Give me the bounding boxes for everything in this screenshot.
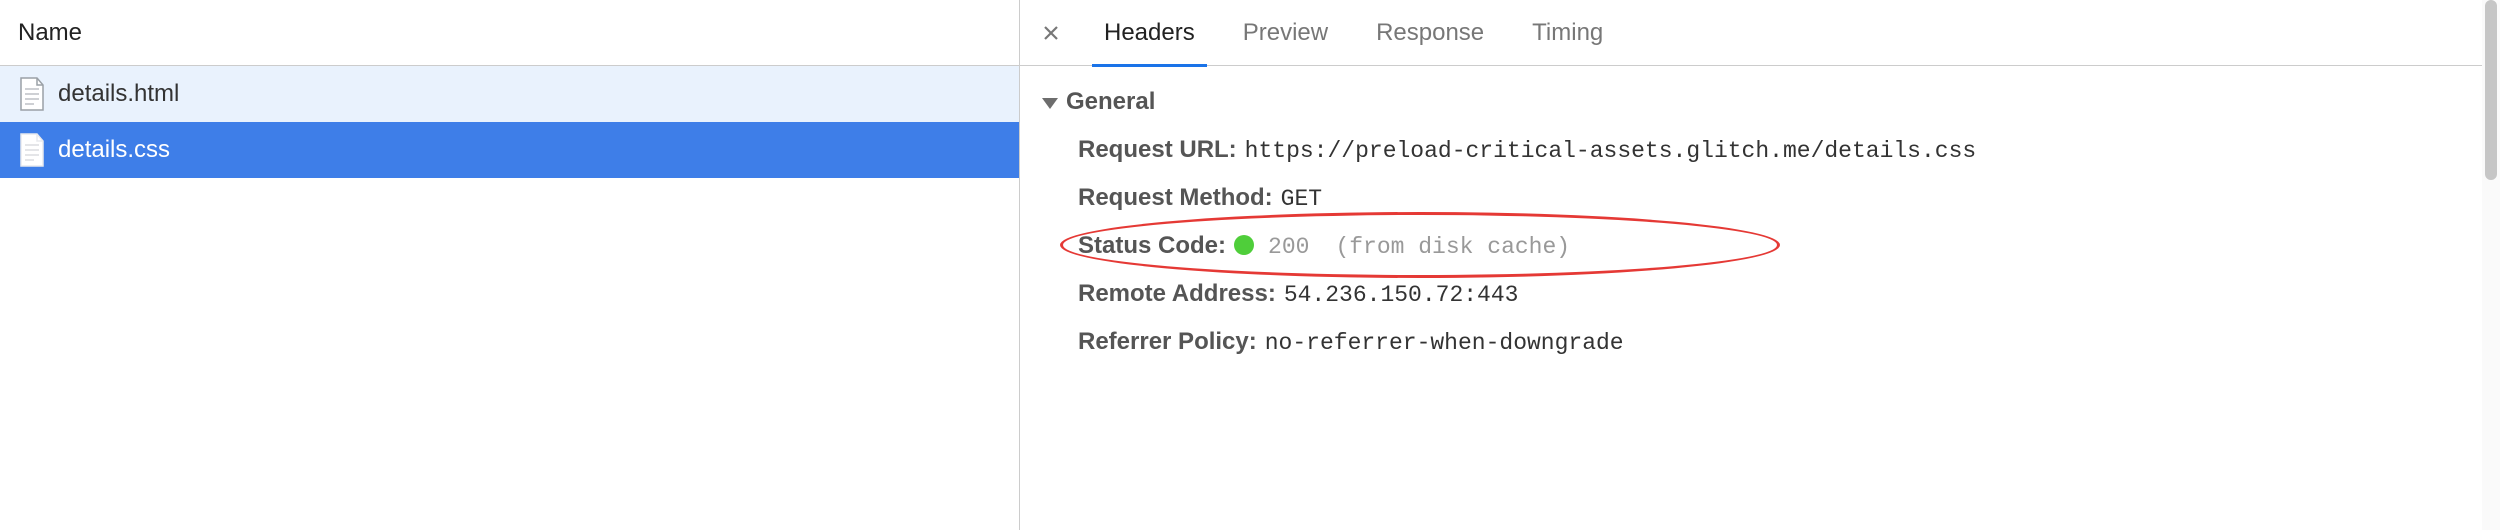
request-url-label: Request URL: (1078, 136, 1237, 164)
file-list: details.html details.css (0, 66, 1019, 530)
status-dot-icon (1234, 235, 1254, 255)
request-method-value[interactable]: GET (1281, 186, 1322, 212)
request-method-label: Request Method: (1078, 184, 1273, 212)
tab-label: Timing (1532, 19, 1603, 47)
tab-timing[interactable]: Timing (1510, 0, 1625, 66)
disclosure-triangle-icon (1042, 98, 1058, 109)
right-panel: Headers Preview Response Timing General … (1020, 0, 2500, 530)
headers-body: General Request URL: https://preload-cri… (1020, 66, 2500, 530)
name-column-header[interactable]: Name (0, 0, 1019, 66)
referrer-policy-value[interactable]: no-referrer-when-downgrade (1265, 330, 1624, 356)
tab-label: Response (1376, 19, 1484, 47)
remote-address-label: Remote Address: (1078, 280, 1276, 308)
remote-address-row: Remote Address: 54.236.150.72:443 (1078, 270, 2490, 318)
devtools-network-panel: Name details.html (0, 0, 2500, 530)
file-icon (18, 77, 46, 111)
referrer-policy-label: Referrer Policy: (1078, 328, 1257, 356)
vertical-scrollbar[interactable] (2482, 0, 2500, 530)
file-icon (18, 133, 46, 167)
referrer-policy-row: Referrer Policy: no-referrer-when-downgr… (1078, 318, 2490, 366)
request-method-row: Request Method: GET (1078, 174, 2490, 222)
request-url-value[interactable]: https://preload-critical-assets.glitch.m… (1245, 138, 1977, 164)
tab-label: Preview (1243, 19, 1328, 47)
left-panel: Name details.html (0, 0, 1020, 530)
remote-address-value[interactable]: 54.236.150.72:443 (1284, 282, 1519, 308)
general-kv-list: Request URL: https://preload-critical-as… (1030, 126, 2490, 366)
status-code-value[interactable]: 200 (1268, 234, 1309, 260)
general-section-header[interactable]: General (1030, 82, 2490, 126)
file-name-label: details.html (58, 80, 179, 108)
tab-response[interactable]: Response (1354, 0, 1506, 66)
request-url-row: Request URL: https://preload-critical-as… (1078, 126, 2490, 174)
status-indicator-wrap (1234, 232, 1260, 260)
tab-headers[interactable]: Headers (1082, 0, 1217, 66)
status-code-label: Status Code: (1078, 232, 1226, 260)
tab-label: Headers (1104, 19, 1195, 47)
status-code-extra: (from disk cache) (1335, 234, 1570, 260)
tab-bar: Headers Preview Response Timing (1020, 0, 2500, 66)
file-row[interactable]: details.html (0, 66, 1019, 122)
status-code-row: Status Code: 200 (from disk cache) (1078, 222, 2490, 270)
name-column-header-label: Name (18, 19, 82, 47)
general-section-title: General (1066, 88, 1155, 116)
close-icon[interactable] (1034, 16, 1068, 50)
tab-preview[interactable]: Preview (1221, 0, 1350, 66)
file-row[interactable]: details.css (0, 122, 1019, 178)
file-name-label: details.css (58, 136, 170, 164)
